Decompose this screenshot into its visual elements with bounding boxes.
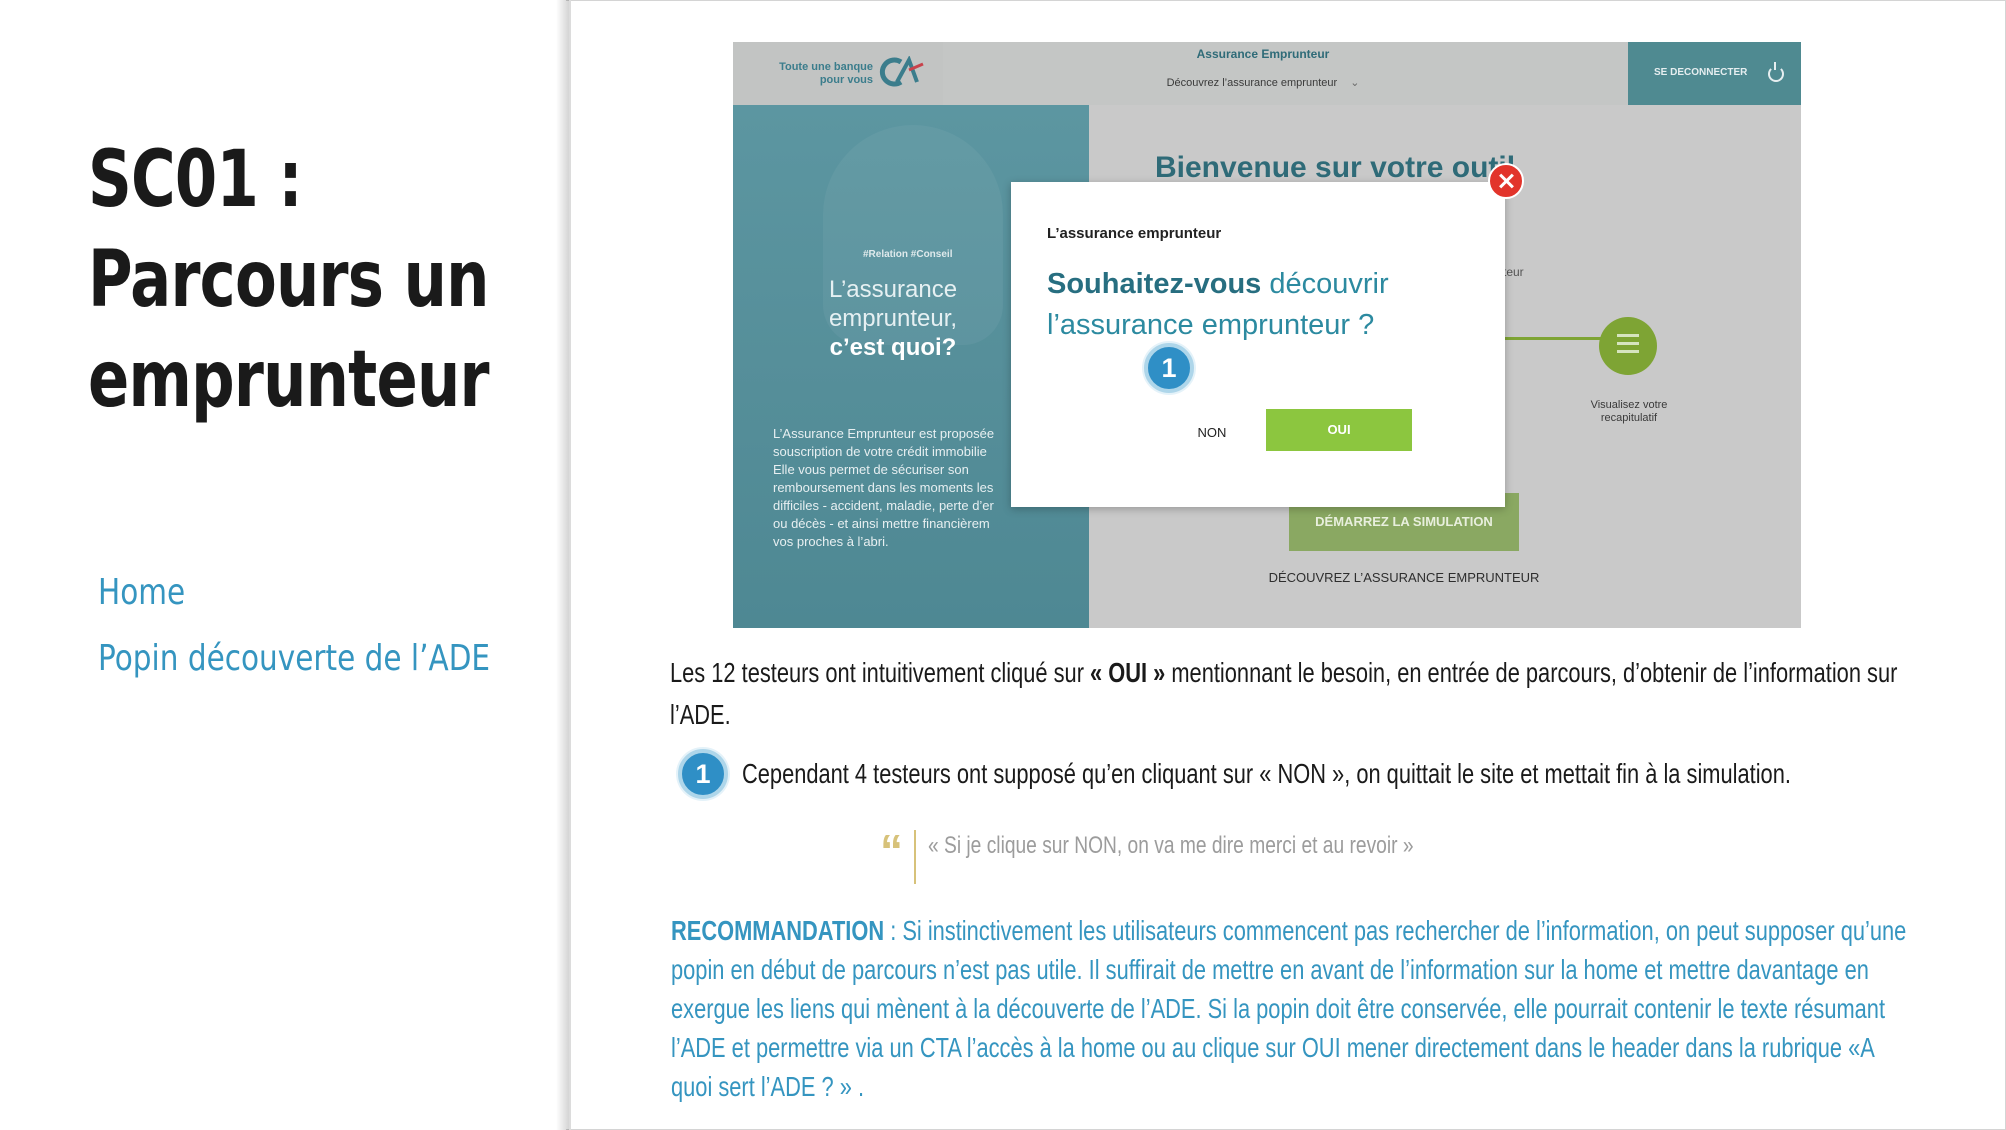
step-text-fragment: teur	[1503, 265, 1524, 279]
app-header: Toute une banque pour vous Assurance Emp…	[733, 42, 1801, 105]
hero-tag: #Relation #Conseil	[863, 249, 953, 260]
popin-no-button[interactable]: NON	[1179, 425, 1245, 440]
finding-item: Cependant 4 testeurs ont supposé qu’en c…	[742, 758, 1791, 789]
hero-title-bold: c’est quoi?	[829, 334, 957, 361]
slide-title: SC01 : Parcours un emprunteur	[88, 130, 489, 430]
bank-logo-icon	[879, 56, 924, 87]
logout-label: SE DECONNECTER	[1654, 67, 1748, 78]
user-quote: « Si je clique sur NON, on va me dire me…	[928, 832, 1414, 859]
bank-logo-text: Toute une banque pour vous	[753, 61, 873, 87]
bank-logo-line: pour vous	[819, 74, 873, 86]
app-screenshot: Toute une banque pour vous Assurance Emp…	[733, 42, 1801, 628]
popin-yes-button[interactable]: OUI	[1266, 409, 1412, 451]
step-connector	[1501, 337, 1609, 340]
step-recap	[1599, 317, 1657, 375]
welcome-heading: Bienvenue sur votre outil	[1155, 151, 1516, 184]
number-badge: 1	[678, 749, 728, 799]
slide-title-line: emprunteur	[88, 335, 489, 425]
popin-eyebrow: L’assurance emprunteur	[1047, 225, 1222, 242]
chevron-down-icon: ⌄	[1350, 77, 1360, 89]
hero-title-line: L’assurance	[828, 276, 958, 303]
quote-icon: “	[880, 825, 903, 877]
bank-logo[interactable]: Toute une banque pour vous	[733, 42, 943, 105]
nav-link-popin[interactable]: Popin découverte de l’ADE	[98, 638, 490, 679]
logout-button[interactable]: SE DECONNECTER	[1628, 42, 1801, 105]
finding-strong: « OUI »	[1090, 657, 1166, 688]
slide-title-line: SC01 :	[88, 135, 303, 225]
power-icon	[1768, 62, 1784, 82]
checklist-icon	[1617, 334, 1639, 356]
discovery-popin: L’assurance emprunteur Souhaitez-vous dé…	[1011, 182, 1505, 507]
slide-title-line: Parcours un	[88, 235, 489, 325]
panel-divider	[569, 0, 571, 1130]
nav-link-home[interactable]: Home	[98, 572, 185, 613]
bank-logo-line: Toute une banque	[779, 61, 873, 73]
quote-bar	[914, 830, 916, 884]
app-header-dropdown[interactable]: Découvrez l’assurance emprunteur ⌄	[1143, 76, 1383, 89]
recommendation-label: RECOMMANDATION	[671, 915, 885, 946]
popin-question: Souhaitez-vous découvrir l’assurance emp…	[1047, 264, 1477, 346]
app-header-dropdown-label: Découvrez l’assurance emprunteur	[1166, 77, 1338, 89]
discover-insurance-link[interactable]: DÉCOUVREZ L’ASSURANCE EMPRUNTEUR	[1259, 570, 1549, 585]
recommendation: RECOMMANDATION : Si instinctivement les …	[671, 911, 1919, 1106]
popin-question-strong: Souhaitez-vous	[1047, 268, 1262, 300]
left-panel: SC01 : Parcours un emprunteur Home Popin…	[0, 0, 566, 1130]
hero-title-line: emprunteur,	[828, 305, 958, 332]
panel-divider-shadow	[556, 0, 570, 1130]
app-header-title: Assurance Emprunteur	[1196, 47, 1330, 61]
step-recap-label: Visualisez votre recapitulatif	[1590, 399, 1668, 424]
close-icon[interactable]	[1488, 163, 1524, 199]
number-badge: 1	[1144, 343, 1194, 393]
finding-text: Les 12 testeurs ont intuitivement cliqué…	[670, 657, 1091, 688]
finding-paragraph: Les 12 testeurs ont intuitivement cliqué…	[670, 652, 1930, 736]
hero-title: L’assurance emprunteur, c’est quoi?	[793, 275, 993, 362]
